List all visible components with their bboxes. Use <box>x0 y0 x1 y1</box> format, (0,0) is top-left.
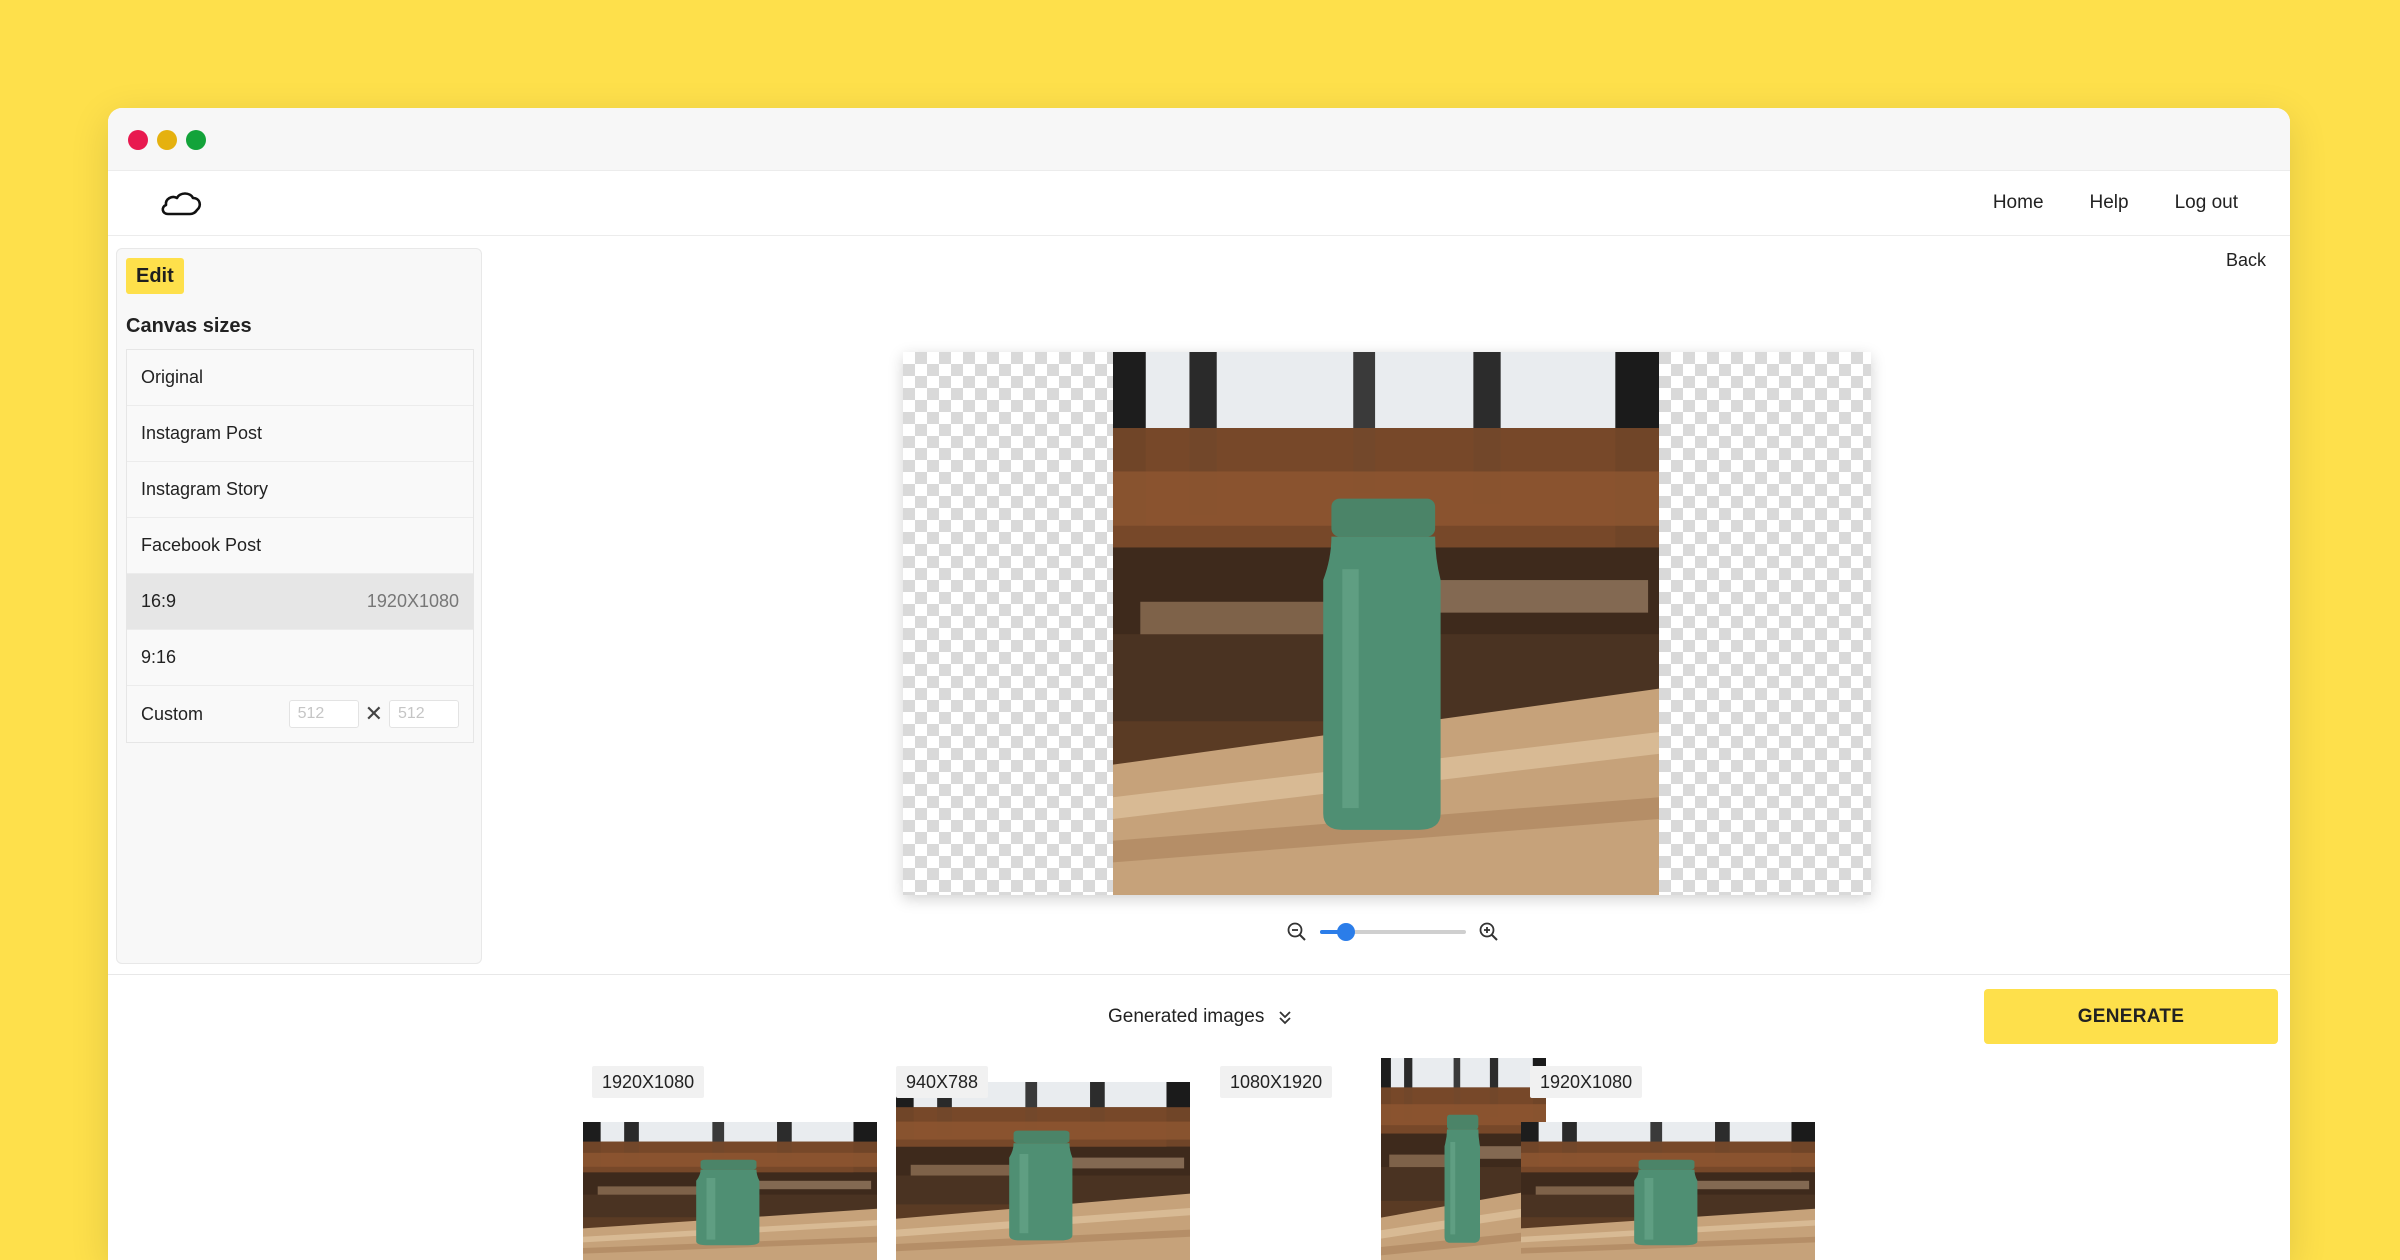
bottle-photo <box>583 1122 877 1260</box>
size-list: Original Instagram Post Instagram Story … <box>126 349 474 743</box>
close-window-button[interactable] <box>128 130 148 150</box>
size-item-facebook-post[interactable]: Facebook Post <box>127 518 473 574</box>
zoom-in-icon[interactable] <box>1478 921 1500 943</box>
size-item-original[interactable]: Original <box>127 350 473 406</box>
app-window: Home Help Log out Edit Canvas sizes Orig… <box>108 108 2290 1260</box>
generated-thumbnail-1[interactable]: 1920X1080 <box>583 1058 883 1260</box>
title-bar <box>108 108 2290 171</box>
zoom-slider-thumb[interactable] <box>1337 923 1356 941</box>
custom-width-input[interactable] <box>288 700 359 728</box>
maximize-window-button[interactable] <box>186 130 206 150</box>
bottle-photo <box>1113 352 1659 895</box>
generated-images-toggle[interactable]: Generated images <box>1108 1004 1292 1030</box>
nav-links: Home Help Log out <box>1993 171 2238 235</box>
size-item-label: Facebook Post <box>141 535 262 555</box>
generated-images-label: Generated images <box>1108 1006 1265 1027</box>
size-item-instagram-story[interactable]: Instagram Story <box>127 462 473 518</box>
bottle-photo <box>896 1082 1190 1260</box>
multiply-icon: ✕ <box>364 701 383 726</box>
generated-thumbnail-4[interactable]: 1920X1080 <box>1521 1058 1821 1260</box>
zoom-slider[interactable] <box>1320 923 1466 941</box>
size-item-label: 9:16 <box>141 647 177 667</box>
size-item-dimensions: 1920X1080 <box>366 591 459 611</box>
size-item-label: Original <box>141 367 204 387</box>
edit-badge[interactable]: Edit <box>126 258 184 294</box>
bottle-photo <box>1521 1122 1815 1260</box>
size-item-label: Instagram Post <box>141 423 263 443</box>
size-item-instagram-post[interactable]: Instagram Post <box>127 406 473 462</box>
size-item-16-9[interactable]: 16:9 1920X1080 <box>127 574 473 630</box>
custom-height-input[interactable] <box>389 700 459 728</box>
double-chevron-down-icon <box>1279 1011 1291 1025</box>
thumbnail-image <box>583 1122 877 1260</box>
custom-size-inputs: ✕ <box>288 700 459 728</box>
size-item-label: 16:9 <box>141 591 177 611</box>
canvas-preview[interactable] <box>903 352 1871 895</box>
nav-home-link[interactable]: Home <box>1993 192 2044 214</box>
section-divider <box>108 974 2290 975</box>
size-item-label: Instagram Story <box>141 479 269 499</box>
size-item-label: Custom <box>141 703 204 724</box>
canvas-sizes-title: Canvas sizes <box>126 315 252 337</box>
generated-thumbnail-2[interactable]: 940X788 <box>896 1058 1196 1260</box>
generated-thumbnail-3[interactable]: 1080X1920 <box>1216 1058 1516 1260</box>
thumbnail-size-label: 1920X1080 <box>592 1066 705 1098</box>
back-link[interactable]: Back <box>2226 250 2266 271</box>
thumbnail-size-label: 1080X1920 <box>1220 1066 1333 1098</box>
canvas-sizes-panel: Edit Canvas sizes Original Instagram Pos… <box>116 248 482 964</box>
thumbnail-size-label: 1920X1080 <box>1530 1066 1643 1098</box>
thumbnail-image <box>1521 1122 1815 1260</box>
thumbnail-size-label: 940X788 <box>896 1066 989 1098</box>
generate-button[interactable]: GENERATE <box>1984 989 2278 1044</box>
cloud-logo-icon[interactable] <box>160 189 202 219</box>
size-item-9-16[interactable]: 9:16 <box>127 630 473 686</box>
zoom-out-icon[interactable] <box>1286 921 1308 943</box>
thumbnail-image <box>896 1082 1190 1260</box>
minimize-window-button[interactable] <box>157 130 177 150</box>
size-item-custom[interactable]: Custom ✕ <box>127 686 473 742</box>
zoom-controls <box>1286 920 1506 944</box>
nav-help-link[interactable]: Help <box>2090 192 2129 214</box>
product-image[interactable] <box>1113 352 1659 895</box>
nav-logout-link[interactable]: Log out <box>2175 192 2238 214</box>
top-navbar: Home Help Log out <box>108 171 2290 236</box>
